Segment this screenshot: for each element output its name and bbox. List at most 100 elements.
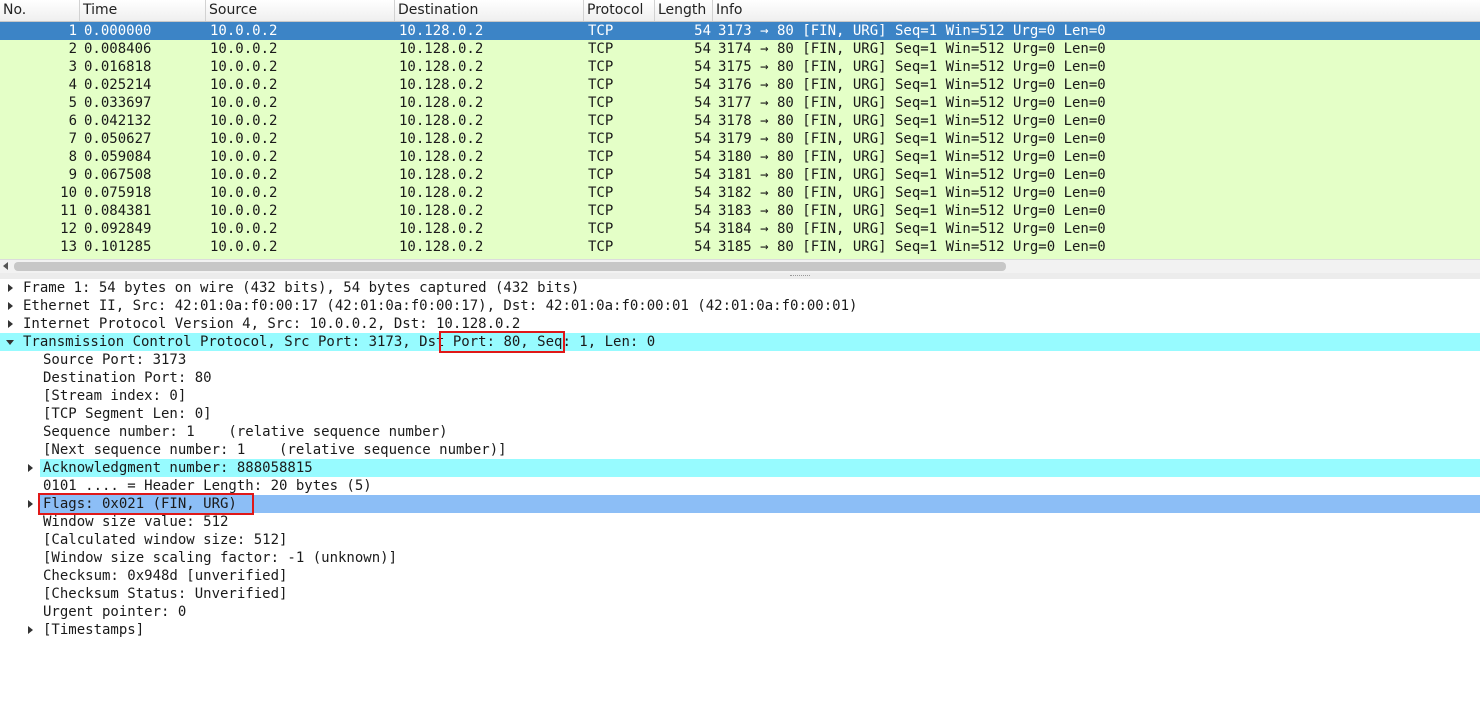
tree-item-segment-len[interactable]: [TCP Segment Len: 0] <box>0 405 1480 423</box>
packet-length: 54 <box>694 203 711 219</box>
packet-row[interactable]: 6 0.042132 10.0.0.2 10.128.0.2 TCP 54 31… <box>0 112 1480 130</box>
column-header-protocol[interactable]: Protocol <box>584 0 655 21</box>
packet-protocol: TCP <box>588 185 614 201</box>
packet-info: 3183 → 80 [FIN, URG] Seq=1 Win=512 Urg=0… <box>718 203 1106 219</box>
packet-rows: 1 0.000000 10.0.0.2 10.128.0.2 TCP 54 31… <box>0 22 1480 259</box>
packet-details-pane[interactable]: Frame 1: 54 bytes on wire (432 bits), 54… <box>0 279 1480 710</box>
packet-time: 0.008406 <box>84 41 152 57</box>
tree-item-ethernet[interactable]: Ethernet II, Src: 42:01:0a:f0:00:17 (42:… <box>0 297 1480 315</box>
tree-item-label: Checksum: 0x948d [unverified] <box>43 568 288 584</box>
packet-no: 6 <box>68 113 77 129</box>
packet-row[interactable]: 9 0.067508 10.0.0.2 10.128.0.2 TCP 54 31… <box>0 166 1480 184</box>
flags-highlight <box>40 495 1480 513</box>
tree-item-next-sequence[interactable]: [Next sequence number: 1 (relative seque… <box>0 441 1480 459</box>
tree-item-tcp[interactable]: Transmission Control Protocol, Src Port:… <box>0 333 1480 351</box>
packet-row[interactable]: 13 0.101285 10.0.0.2 10.128.0.2 TCP 54 3… <box>0 238 1480 256</box>
tree-item-label: [Calculated window size: 512] <box>43 532 288 548</box>
tree-item-label: Sequence number: 1 (relative sequence nu… <box>43 424 448 440</box>
packet-time: 0.084381 <box>84 203 152 219</box>
tree-item-label: Transmission Control Protocol, Src Port:… <box>23 333 655 351</box>
packet-protocol: TCP <box>588 149 614 165</box>
collapse-arrow-icon[interactable] <box>6 340 14 345</box>
packet-source: 10.0.0.2 <box>210 59 278 75</box>
packet-time: 0.067508 <box>84 167 152 183</box>
expand-arrow-icon[interactable] <box>28 500 33 508</box>
packet-destination: 10.128.0.2 <box>399 203 484 219</box>
packet-protocol: TCP <box>588 95 614 111</box>
column-header-destination[interactable]: Destination <box>395 0 584 21</box>
horizontal-scrollbar[interactable] <box>0 259 1480 274</box>
column-header-time[interactable]: Time <box>80 0 206 21</box>
packet-row[interactable]: 8 0.059084 10.0.0.2 10.128.0.2 TCP 54 31… <box>0 148 1480 166</box>
tree-item-ack-row[interactable]: Acknowledgment number: 888058815 <box>0 459 1480 477</box>
packet-length: 54 <box>694 95 711 111</box>
packet-row[interactable]: 3 0.016818 10.0.0.2 10.128.0.2 TCP 54 31… <box>0 58 1480 76</box>
packet-info: 3176 → 80 [FIN, URG] Seq=1 Win=512 Urg=0… <box>718 77 1106 93</box>
tree-item-timestamps[interactable]: [Timestamps] <box>0 621 1480 639</box>
tree-item-label: Internet Protocol Version 4, Src: 10.0.0… <box>23 316 521 332</box>
tree-item-sequence-number[interactable]: Sequence number: 1 (relative sequence nu… <box>0 423 1480 441</box>
tree-item-label: Urgent pointer: 0 <box>43 604 187 620</box>
packet-no: 1 <box>68 23 77 39</box>
scrollbar-thumb[interactable] <box>14 262 1006 271</box>
packet-list-pane[interactable]: No. Time Source Destination Protocol Len… <box>0 0 1480 274</box>
packet-info: 3177 → 80 [FIN, URG] Seq=1 Win=512 Urg=0… <box>718 95 1106 111</box>
packet-row[interactable]: 5 0.033697 10.0.0.2 10.128.0.2 TCP 54 31… <box>0 94 1480 112</box>
packet-source: 10.0.0.2 <box>210 167 278 183</box>
expand-arrow-icon[interactable] <box>28 464 33 472</box>
packet-destination: 10.128.0.2 <box>399 77 484 93</box>
tree-item-frame[interactable]: Frame 1: 54 bytes on wire (432 bits), 54… <box>0 279 1480 297</box>
expand-arrow-icon[interactable] <box>8 302 13 310</box>
column-header-length[interactable]: Length <box>655 0 713 21</box>
packet-source: 10.0.0.2 <box>210 77 278 93</box>
expand-arrow-icon[interactable] <box>8 284 13 292</box>
packet-row-selected[interactable]: 1 0.000000 10.0.0.2 10.128.0.2 TCP 54 31… <box>0 22 1480 40</box>
packet-info: 3173 → 80 [FIN, URG] Seq=1 Win=512 Urg=0… <box>718 23 1106 39</box>
packet-source: 10.0.0.2 <box>210 221 278 237</box>
tree-item-header-length[interactable]: 0101 .... = Header Length: 20 bytes (5) <box>0 477 1480 495</box>
packet-no: 4 <box>68 77 77 93</box>
packet-length: 54 <box>694 149 711 165</box>
packet-row[interactable]: 10 0.075918 10.0.0.2 10.128.0.2 TCP 54 3… <box>0 184 1480 202</box>
packet-info: 3174 → 80 [FIN, URG] Seq=1 Win=512 Urg=0… <box>718 41 1106 57</box>
expand-arrow-icon[interactable] <box>8 320 13 328</box>
tree-item-source-port[interactable]: Source Port: 3173 <box>0 351 1480 369</box>
splitter-grip-icon <box>790 275 810 278</box>
tree-item-checksum-status[interactable]: [Checksum Status: Unverified] <box>0 585 1480 603</box>
tree-item-label: [Next sequence number: 1 (relative seque… <box>43 442 507 458</box>
packet-destination: 10.128.0.2 <box>399 167 484 183</box>
tree-item-urgent-pointer[interactable]: Urgent pointer: 0 <box>0 603 1480 621</box>
packet-time: 0.075918 <box>84 185 152 201</box>
packet-info: 3184 → 80 [FIN, URG] Seq=1 Win=512 Urg=0… <box>718 221 1106 237</box>
tree-item-ip[interactable]: Internet Protocol Version 4, Src: 10.0.0… <box>0 315 1480 333</box>
column-header-info[interactable]: Info <box>713 0 1480 21</box>
packet-row[interactable]: 7 0.050627 10.0.0.2 10.128.0.2 TCP 54 31… <box>0 130 1480 148</box>
tcp-summary-suffix: Seq: 1, Len: 0 <box>528 334 656 350</box>
expand-arrow-icon[interactable] <box>28 626 33 634</box>
scroll-left-icon[interactable] <box>3 262 8 270</box>
packet-source: 10.0.0.2 <box>210 41 278 57</box>
packet-info: 3182 → 80 [FIN, URG] Seq=1 Win=512 Urg=0… <box>718 185 1106 201</box>
tree-item-scaling-factor[interactable]: [Window size scaling factor: -1 (unknown… <box>0 549 1480 567</box>
tree-item-destination-port[interactable]: Destination Port: 80 <box>0 369 1480 387</box>
packet-time: 0.101285 <box>84 239 152 255</box>
column-header-source[interactable]: Source <box>206 0 395 21</box>
tree-item-stream-index[interactable]: [Stream index: 0] <box>0 387 1480 405</box>
tree-item-window-size[interactable]: Window size value: 512 <box>0 513 1480 531</box>
packet-time: 0.033697 <box>84 95 152 111</box>
tree-item-label: Ethernet II, Src: 42:01:0a:f0:00:17 (42:… <box>23 298 858 314</box>
packet-length: 54 <box>694 221 711 237</box>
packet-no: 2 <box>68 41 77 57</box>
packet-length: 54 <box>694 113 711 129</box>
packet-time: 0.000000 <box>84 23 152 39</box>
packet-row[interactable]: 12 0.092849 10.0.0.2 10.128.0.2 TCP 54 3… <box>0 220 1480 238</box>
tree-item-checksum[interactable]: Checksum: 0x948d [unverified] <box>0 567 1480 585</box>
packet-row[interactable]: 4 0.025214 10.0.0.2 10.128.0.2 TCP 54 31… <box>0 76 1480 94</box>
tcp-dst-port-text: Dst Port: 80, <box>419 334 529 350</box>
packet-row[interactable]: 2 0.008406 10.0.0.2 10.128.0.2 TCP 54 31… <box>0 40 1480 58</box>
tree-item-flags-row[interactable]: Flags: 0x021 (FIN, URG) <box>0 495 1480 513</box>
column-header-no[interactable]: No. <box>0 0 80 21</box>
tree-item-calculated-window[interactable]: [Calculated window size: 512] <box>0 531 1480 549</box>
packet-row[interactable]: 11 0.084381 10.0.0.2 10.128.0.2 TCP 54 3… <box>0 202 1480 220</box>
packet-source: 10.0.0.2 <box>210 239 278 255</box>
